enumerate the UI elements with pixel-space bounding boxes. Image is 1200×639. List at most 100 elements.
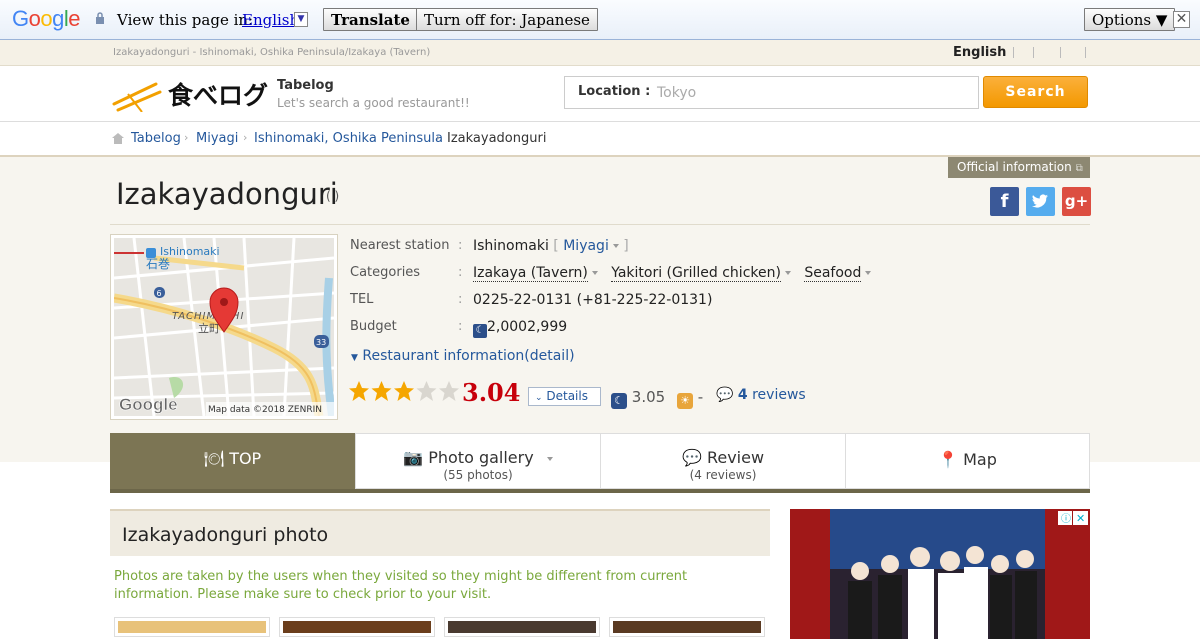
language-english[interactable]: English (953, 45, 1006, 60)
star-icon (439, 381, 459, 401)
translate-button[interactable]: Translate (323, 8, 418, 31)
review-count-link[interactable]: 💬 4 reviews (716, 387, 806, 403)
moon-icon: ☾ (473, 324, 487, 338)
tab-review[interactable]: 💬 Review (4 reviews) (600, 433, 846, 489)
star-icon (371, 381, 392, 401)
sun-icon: ☀ (677, 393, 693, 409)
chevron-right-icon: › (243, 131, 248, 144)
category-seafood[interactable]: Seafood (804, 265, 862, 282)
close-icon[interactable]: ✕ (1173, 11, 1190, 28)
photo-section-header: Izakayadonguri photo (110, 509, 770, 556)
tab-photo-label-wrap: 📷 Photo gallery (356, 448, 600, 467)
breadcrumb-ishinomaki[interactable]: Ishinomaki, Oshika Peninsula (254, 131, 443, 146)
caret-down-icon[interactable] (612, 244, 619, 248)
chevron-right-icon: › (436, 131, 441, 144)
breadcrumb-tabelog[interactable]: Tabelog (131, 131, 181, 146)
view-page-label: View this page in: (117, 11, 254, 29)
tab-top[interactable]: 🍽 TOP (110, 433, 355, 489)
map-pin-icon: 📍 (938, 450, 959, 469)
station-pref-link[interactable]: Miyagi (563, 238, 609, 254)
ad-info-icon: ⓘ (1061, 513, 1071, 525)
caret-down-icon[interactable] (546, 456, 553, 461)
tab-review-count: (4 reviews) (689, 468, 757, 482)
search-button[interactable]: Search (983, 76, 1088, 108)
tab-map[interactable]: 📍 Map (845, 433, 1090, 489)
photo-thumbnail[interactable] (279, 617, 435, 637)
map-station-ja: 石巻 (146, 257, 170, 271)
categories-label: Categories (350, 265, 421, 280)
restaurant-info-detail-link[interactable]: ▼ Restaurant information(detail) (351, 348, 575, 364)
tab-top-label-wrap: 🍽 TOP (111, 449, 354, 468)
category-yakitori[interactable]: Yakitori (Grilled chicken) (611, 265, 781, 282)
speech-bubble-icon: 💬 (716, 387, 734, 403)
tel-label: TEL (350, 292, 374, 307)
lock-icon (96, 12, 104, 24)
details-label: Details (546, 389, 588, 403)
detail-link-label: Restaurant information(detail) (362, 348, 575, 364)
facebook-icon[interactable]: f (990, 187, 1019, 216)
breadcrumb-miyagi[interactable]: Miyagi (196, 131, 238, 146)
site-header: 食べログ Tabelog Let's search a good restaur… (0, 66, 1200, 122)
caret-down-icon[interactable] (865, 271, 872, 275)
lunch-score: ☀ - (677, 388, 703, 409)
rating-stars (348, 379, 460, 407)
budget-value: ☾ 2,0002,999 (473, 319, 567, 338)
photo-thumbnail[interactable] (114, 617, 270, 637)
camera-icon: 📷 (403, 448, 424, 467)
divider (1013, 47, 1014, 58)
tab-photo-gallery[interactable]: 📷 Photo gallery (55 photos) (355, 433, 601, 489)
category-izakaya[interactable]: Izakaya (Tavern) (473, 265, 588, 282)
rating-score: 3.04 (462, 378, 521, 407)
photo-note: Photos are taken by the users when they … (114, 569, 688, 602)
language-dropdown-icon[interactable]: ▼ (294, 12, 308, 27)
tab-review-label: Review (706, 448, 765, 467)
review-count: 4 (737, 387, 748, 403)
map-area-ja: 立町 (198, 321, 220, 335)
star-icon (349, 381, 369, 401)
google-plus-icon[interactable]: g+ (1062, 187, 1091, 216)
caret-down-icon[interactable] (784, 271, 791, 275)
map-credit: Map data ©2018 ZENRIN (208, 405, 322, 415)
photo-thumbnail[interactable] (444, 617, 600, 637)
restaurant-header: Official information ⧉ Izakayadonguri ( … (0, 157, 1200, 462)
location-label: Location : (578, 84, 651, 99)
caret-down-icon[interactable] (591, 271, 598, 275)
twitter-icon[interactable] (1026, 187, 1055, 216)
google-logo: Google (12, 6, 81, 31)
divider (1033, 47, 1034, 58)
details-button[interactable]: ⌄ Details (528, 387, 601, 406)
divider (1060, 47, 1061, 58)
budget-label: Budget (350, 319, 397, 334)
chopsticks-icon: 食べログ (112, 81, 268, 113)
options-button[interactable]: Options ▼ (1084, 8, 1176, 31)
language-select[interactable]: English (242, 11, 299, 29)
home-icon[interactable] (111, 132, 125, 145)
logo-text: 食べログ (168, 81, 268, 110)
site-tagline: Let's search a good restaurant!! (277, 96, 470, 110)
official-info-button[interactable]: Official information ⧉ (948, 157, 1090, 178)
tab-map-label: Map (963, 450, 997, 469)
chevron-right-icon: › (184, 131, 189, 144)
tel-value: 0225-22-0131 (+81-225-22-0131) (473, 292, 713, 308)
station-value: Ishinomaki [ Miyagi ] (473, 238, 629, 254)
top-strip: Izakayadonguri - Ishinomaki, Oshika Peni… (0, 40, 1200, 66)
site-name: Tabelog (277, 78, 334, 93)
photo-thumbnail[interactable] (609, 617, 765, 637)
location-input[interactable]: Tokyo (657, 85, 696, 101)
restaurant-map[interactable]: Ishinomaki 石巻 6 33 TACHIMACHI 立町 Google … (110, 234, 338, 420)
speech-bubble-icon: 💬 (681, 448, 702, 467)
location-search-field[interactable]: Location : Tokyo (564, 76, 979, 109)
tab-review-label-wrap: 💬 Review (601, 448, 845, 467)
turn-off-button[interactable]: Turn off for: Japanese (416, 8, 598, 31)
tabelog-logo[interactable]: 食べログ (112, 76, 272, 113)
translate-bar: Google View this page in: English ▼ Tran… (0, 0, 1200, 40)
map-route-a: 6 (157, 289, 162, 298)
divider (1085, 47, 1086, 58)
colon: : (458, 292, 463, 307)
map-route-b: 33 (316, 338, 326, 347)
tab-map-label-wrap: 📍 Map (846, 450, 1089, 469)
moon-icon: ☾ (611, 393, 627, 409)
advertisement[interactable]: ⓘ ✕ (790, 509, 1090, 639)
dinner-score: ☾ 3.05 (611, 388, 665, 409)
colon: : (458, 265, 463, 280)
